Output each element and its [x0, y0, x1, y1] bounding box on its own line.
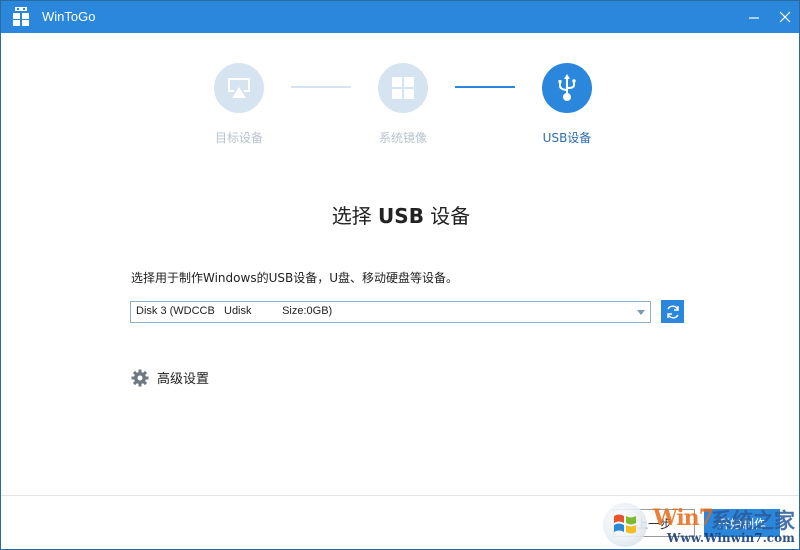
step-label-target-device: 目标设备	[214, 131, 263, 145]
page-heading: 选择 USB 设备	[1, 200, 800, 229]
selected-device: Disk 3 (WDCCB Udisk Size:0GB)	[136, 305, 333, 317]
step-usb-device	[542, 63, 592, 113]
heading-prefix: 选择	[331, 204, 379, 228]
usb-icon	[558, 74, 576, 101]
close-button[interactable]	[770, 1, 800, 33]
title-bar[interactable]: WinToGo	[1, 1, 799, 33]
step-connector-active	[455, 86, 515, 88]
windows-logo-icon	[392, 77, 414, 99]
step-connector	[291, 86, 351, 88]
minimize-button[interactable]	[739, 1, 769, 33]
usb-device-dropdown[interactable]: Disk 3 (WDCCB Udisk Size:0GB)	[130, 301, 651, 323]
refresh-icon	[666, 305, 679, 318]
description-text: 选择用于制作Windows的USB设备，U盘、移动硬盘等设备。	[131, 271, 458, 285]
advanced-settings-label: 高级设置	[157, 372, 210, 387]
footer-divider	[1, 495, 799, 496]
minimize-icon	[749, 17, 759, 19]
close-icon	[779, 11, 791, 23]
step-target-device	[214, 63, 264, 113]
app-logo-icon	[13, 7, 29, 26]
refresh-button[interactable]	[661, 300, 684, 323]
start-button[interactable]: 开始制作	[704, 509, 780, 537]
gear-icon	[131, 369, 149, 386]
step-label-usb-device: USB设备	[542, 131, 592, 145]
heading-suffix: 设备	[423, 204, 471, 228]
step-indicator: 目标设备 系统镜像 USB设备	[1, 63, 800, 153]
step-label-system-image: 系统镜像	[378, 131, 427, 145]
chevron-down-icon	[637, 310, 645, 315]
monitor-cast-icon	[228, 78, 250, 98]
app-window: WinToGo 目标设备 系统镜像 USB设备 选择 USB 设备 选择用于制作…	[0, 0, 800, 550]
previous-step-button[interactable]: 上一步	[613, 509, 695, 537]
heading-bold: USB	[378, 204, 424, 228]
advanced-settings-link[interactable]: 高级设置	[131, 368, 209, 387]
window-title: WinToGo	[42, 9, 96, 24]
step-system-image	[378, 63, 428, 113]
